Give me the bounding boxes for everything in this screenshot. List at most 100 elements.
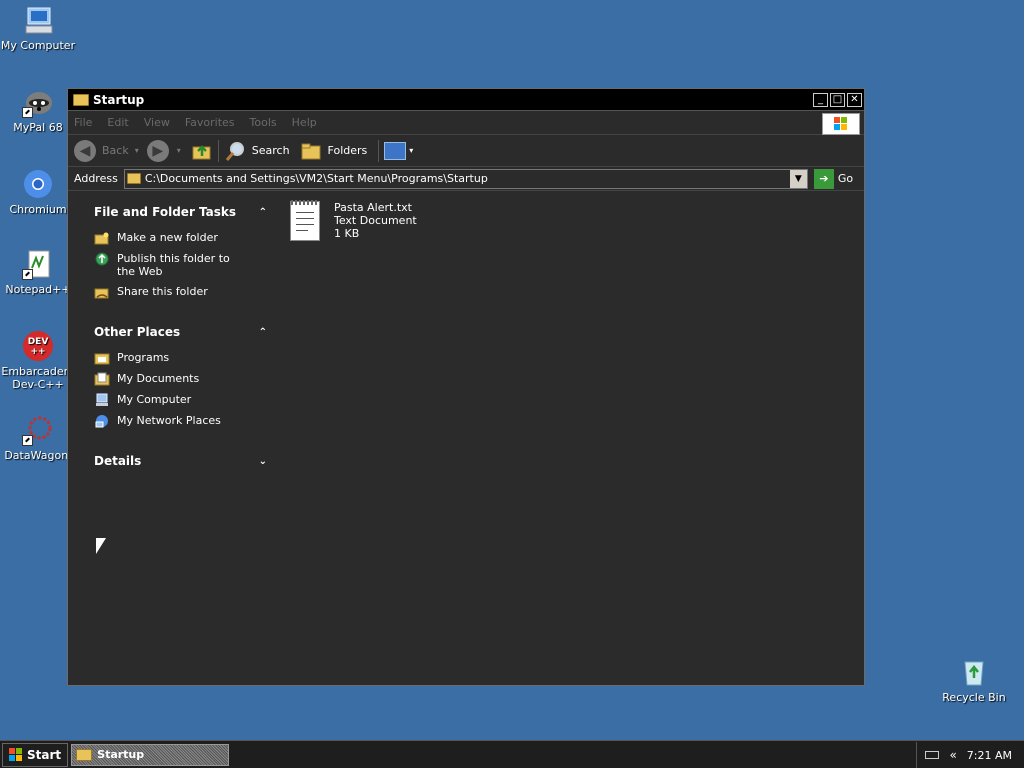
- text-document-icon: [290, 200, 320, 241]
- menu-tools[interactable]: Tools: [250, 116, 277, 129]
- clock[interactable]: 7:21 AM: [967, 749, 1012, 762]
- system-tray: « 7:21 AM: [916, 742, 1024, 768]
- explorer-window[interactable]: Startup _ □ ✕ File Edit View Favorites T…: [67, 88, 865, 686]
- task-label[interactable]: Make a new folder: [117, 231, 218, 244]
- menu-file[interactable]: File: [74, 116, 92, 129]
- folder-icon: [73, 93, 89, 106]
- search-icon[interactable]: [224, 140, 246, 162]
- taskbar-window-startup[interactable]: Startup: [71, 743, 230, 766]
- desktop-icon-label: Embarcadero Dev-C++: [1, 365, 75, 391]
- start-label: Start: [27, 747, 62, 762]
- place-my-documents[interactable]: My Documents: [94, 372, 273, 386]
- desktop-icon-chromium[interactable]: Chromium: [0, 168, 76, 216]
- desktop-icon-recycle-bin[interactable]: Recycle Bin: [936, 656, 1012, 704]
- back-dropdown-icon[interactable]: ▾: [135, 146, 139, 155]
- mypal-raccoon-icon: [22, 86, 54, 118]
- folder-icon: [76, 748, 93, 761]
- address-dropdown-icon[interactable]: ▼: [789, 169, 807, 188]
- desktop-icon-label: MyPal 68: [13, 121, 63, 134]
- menu-help[interactable]: Help: [292, 116, 317, 129]
- up-folder-icon[interactable]: [191, 141, 213, 161]
- toolbar-separator: [378, 139, 380, 162]
- folder-icon: [126, 173, 141, 184]
- desktop-icon-devcpp[interactable]: DEV ++ Embarcadero Dev-C++: [0, 330, 76, 391]
- desktop-icon-label: DataWagon.: [4, 449, 72, 462]
- forward-dropdown-icon[interactable]: ▾: [177, 146, 181, 155]
- collapse-chevron-icon[interactable]: ⌃: [259, 327, 267, 338]
- network-places-icon: [94, 414, 110, 428]
- mouse-pointer-icon: [96, 538, 106, 554]
- my-documents-icon: [94, 372, 110, 386]
- place-my-computer[interactable]: My Computer: [94, 393, 273, 407]
- my-computer-icon: [94, 393, 110, 407]
- my-computer-icon: [22, 4, 54, 36]
- address-label: Address: [74, 172, 118, 185]
- panel-title: Details: [94, 454, 142, 468]
- desktop-icon-notepadpp[interactable]: Notepad++: [0, 248, 76, 296]
- datawagon-icon: [22, 414, 54, 446]
- svg-text:++: ++: [30, 347, 45, 357]
- start-button[interactable]: Start: [2, 742, 69, 767]
- desktop-icon-label: Recycle Bin: [942, 691, 1006, 704]
- forward-arrow-icon[interactable]: ▶: [146, 139, 169, 162]
- task-make-new-folder[interactable]: Make a new folder: [94, 231, 273, 245]
- other-places-panel: Other Places ⌃ Programs My Documents My …: [94, 325, 273, 428]
- task-publish-web[interactable]: Publish this folder to the Web: [94, 252, 273, 278]
- expand-chevron-icon[interactable]: ⌄: [259, 456, 267, 467]
- shortcut-arrow-icon: [22, 107, 33, 118]
- task-label[interactable]: Publish this folder to the Web: [117, 252, 245, 278]
- shortcut-arrow-icon: [22, 435, 33, 446]
- views-dropdown-icon[interactable]: ▾: [409, 146, 413, 155]
- svg-text:DEV: DEV: [28, 337, 49, 347]
- content-area: File and Folder Tasks ⌃ Make a new folde…: [68, 191, 864, 683]
- go-arrow-icon[interactable]: ➔: [813, 168, 834, 189]
- title-bar[interactable]: Startup _ □ ✕: [68, 89, 864, 111]
- task-share-folder[interactable]: Share this folder: [94, 285, 273, 299]
- search-button[interactable]: Search: [252, 144, 290, 157]
- menu-favorites[interactable]: Favorites: [185, 116, 235, 129]
- desktop-icon-label: Notepad++: [5, 283, 71, 296]
- back-arrow-icon[interactable]: ◀: [74, 139, 96, 162]
- views-icon[interactable]: [384, 141, 407, 160]
- place-label[interactable]: My Computer: [117, 393, 191, 406]
- minimize-button[interactable]: _: [813, 92, 828, 107]
- address-value[interactable]: C:\Documents and Settings\VM2\Start Menu…: [145, 172, 488, 185]
- address-bar: Address C:\Documents and Settings\VM2\St…: [68, 167, 864, 191]
- new-folder-icon: [94, 231, 110, 245]
- collapse-chevron-icon[interactable]: ⌃: [259, 207, 267, 218]
- task-label[interactable]: Share this folder: [117, 285, 208, 298]
- place-label[interactable]: Programs: [117, 351, 169, 364]
- toolbar: ◀ Back ▾ ▶ ▾ Search Folders ▾: [68, 135, 864, 167]
- window-title: Startup: [93, 92, 145, 107]
- panel-title: File and Folder Tasks: [94, 205, 237, 219]
- back-button[interactable]: Back: [102, 144, 129, 157]
- go-button[interactable]: Go: [838, 172, 853, 185]
- menu-view[interactable]: View: [144, 116, 170, 129]
- desktop-icon-mypal[interactable]: MyPal 68: [0, 86, 76, 134]
- close-button[interactable]: ✕: [847, 92, 862, 107]
- place-label[interactable]: My Documents: [117, 372, 199, 385]
- menu-edit[interactable]: Edit: [107, 116, 128, 129]
- file-size: 1 KB: [334, 227, 360, 240]
- recycle-bin-icon: [958, 656, 990, 688]
- file-item[interactable]: Pasta Alert.txt Text Document 1 KB: [290, 200, 417, 241]
- folders-button[interactable]: Folders: [328, 144, 368, 157]
- folders-icon[interactable]: [300, 141, 322, 161]
- address-field[interactable]: C:\Documents and Settings\VM2\Start Menu…: [123, 168, 808, 189]
- place-programs[interactable]: Programs: [94, 351, 273, 365]
- place-label[interactable]: My Network Places: [117, 414, 221, 427]
- keyboard-icon[interactable]: [925, 751, 940, 759]
- tray-expand-chevron[interactable]: «: [949, 748, 956, 762]
- taskbar: Start Startup « 7:21 AM: [0, 740, 1024, 768]
- windows-logo-icon: [9, 747, 22, 761]
- notepadpp-icon: [22, 248, 54, 280]
- desktop-icon-datawagon[interactable]: DataWagon.: [0, 414, 76, 462]
- menu-bar: File Edit View Favorites Tools Help: [68, 111, 864, 135]
- maximize-button[interactable]: □: [830, 92, 845, 107]
- chromium-icon: [22, 168, 54, 200]
- devcpp-icon: DEV ++: [22, 330, 54, 362]
- place-network-places[interactable]: My Network Places: [94, 414, 273, 428]
- desktop-icon-label: Chromium: [9, 203, 67, 216]
- desktop-icon-my-computer[interactable]: My Computer: [0, 4, 76, 52]
- share-folder-icon: [94, 285, 110, 299]
